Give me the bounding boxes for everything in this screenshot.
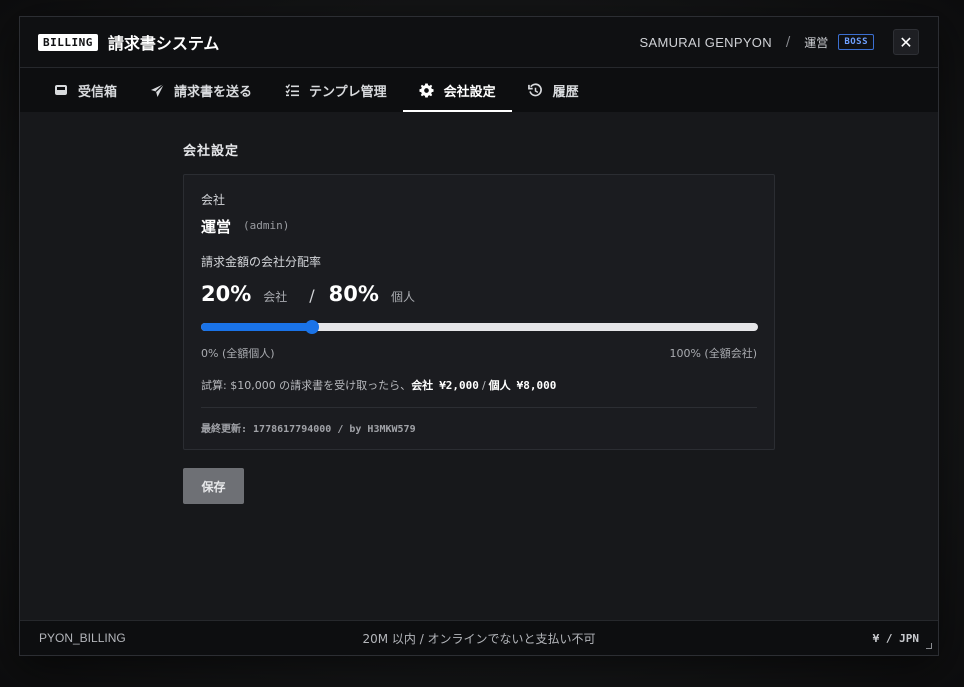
- footer-notice: 20M 以内 / オンラインでないと支払い不可: [362, 631, 596, 646]
- ratio-separator: /: [309, 286, 315, 305]
- section-title: 会社設定: [183, 144, 240, 159]
- ratio-slider[interactable]: [201, 320, 758, 334]
- personal-percent-label: 個人: [390, 290, 415, 304]
- trial-calculation: 試算: $10,000 の請求書を受け取ったら、 会社 ¥2,000 / 個人 …: [201, 377, 556, 393]
- role-badge: BOSS: [838, 34, 874, 50]
- inbox-icon: [53, 82, 69, 98]
- user-name: SAMURAI GENPYON: [639, 34, 772, 50]
- trial-company-label: 会社: [411, 379, 434, 392]
- range-max-label: 100% (全額会社): [669, 347, 757, 360]
- footer-app-name: PYON_BILLING: [39, 631, 126, 645]
- company-role: (admin): [243, 219, 290, 232]
- company-settings-card: 会社 運営 (admin) 請求金額の会社分配率 20% 会社 / 80% 個人…: [183, 174, 775, 450]
- list-check-icon: [284, 82, 300, 98]
- header: BILLING 請求書システム SAMURAI GENPYON / 運営 BOS…: [20, 17, 938, 68]
- send-icon: [149, 82, 165, 98]
- footer-currency: ¥ / JPN: [872, 631, 919, 645]
- save-button[interactable]: 保存: [183, 468, 244, 504]
- personal-percent: 80%: [328, 282, 379, 306]
- divider: [201, 407, 757, 408]
- tab-label: 受信箱: [78, 84, 118, 100]
- trial-personal-amount: ¥8,000: [516, 378, 557, 392]
- trial-slash: /: [481, 378, 486, 392]
- tab-history[interactable]: 履歴: [512, 68, 595, 112]
- history-icon: [528, 82, 544, 98]
- close-icon: ✕: [899, 32, 913, 52]
- user-role: 運営: [804, 35, 829, 50]
- range-min-label: 0% (全額個人): [201, 347, 275, 360]
- slider-thumb[interactable]: [305, 320, 320, 334]
- settings-content: 会社設定 会社 運営 (admin) 請求金額の会社分配率 20% 会社 / 8…: [20, 112, 938, 620]
- tab-company-settings[interactable]: 会社設定: [402, 68, 512, 112]
- last-updated: 最終更新: 1778617794000 / by H3MKW579: [201, 424, 416, 435]
- company-percent-label: 会社: [263, 290, 288, 304]
- tab-templates[interactable]: テンプレ管理: [268, 68, 403, 112]
- billing-window: BILLING 請求書システム SAMURAI GENPYON / 運営 BOS…: [19, 16, 939, 656]
- separator: /: [785, 34, 791, 50]
- ratio-label: 請求金額の会社分配率: [201, 255, 322, 269]
- tab-label: 請求書を送る: [174, 84, 253, 100]
- trial-prefix: 試算: $10,000 の請求書を受け取ったら、: [201, 379, 412, 392]
- tab-bar: 受信箱 請求書を送る テンプレ管理 会社設定 履歴: [20, 68, 938, 112]
- company-label: 会社: [201, 193, 226, 207]
- tab-label: 履歴: [552, 84, 579, 100]
- tab-label: 会社設定: [443, 84, 496, 100]
- company-percent: 20%: [201, 282, 252, 306]
- app-title: 請求書システム: [107, 34, 220, 53]
- footer: PYON_BILLING 20M 以内 / オンラインでないと支払い不可 ¥ /…: [20, 620, 938, 655]
- corner-mark: [926, 643, 932, 649]
- trial-company-amount: ¥2,000: [439, 378, 479, 392]
- slider-fill: [201, 323, 313, 331]
- header-user-info: SAMURAI GENPYON / 運営 BOSS ✕: [640, 29, 919, 55]
- company-name: 運営: [201, 218, 232, 236]
- gear-icon: [419, 82, 435, 98]
- close-button[interactable]: ✕: [893, 29, 919, 55]
- billing-badge: BILLING: [38, 33, 98, 51]
- trial-personal-label: 個人: [488, 379, 511, 392]
- ratio-display: 20% 会社 / 80% 個人: [201, 282, 415, 306]
- tab-label: テンプレ管理: [309, 84, 387, 100]
- tab-inbox[interactable]: 受信箱: [37, 68, 133, 112]
- tab-send-invoice[interactable]: 請求書を送る: [133, 68, 268, 112]
